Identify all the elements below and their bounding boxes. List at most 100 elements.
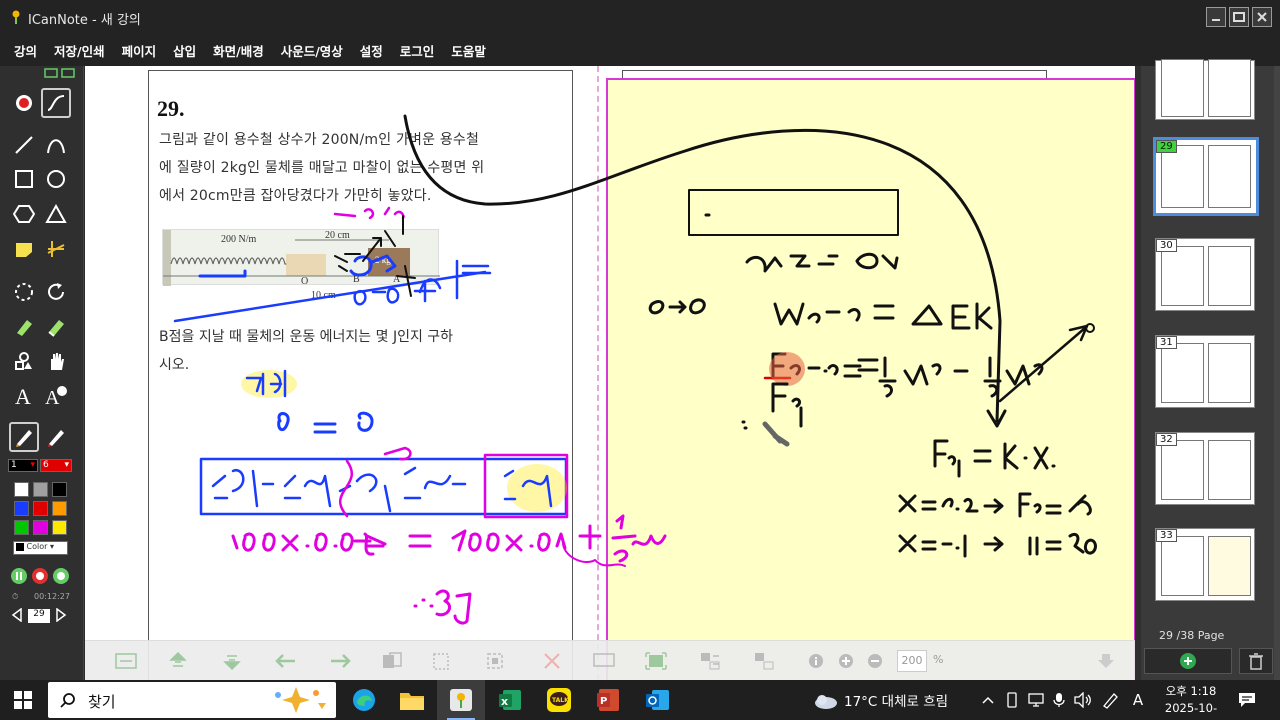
- thumbnail-scrollbar[interactable]: [1274, 66, 1280, 680]
- color-swatch-orange[interactable]: [52, 501, 67, 516]
- eraser-icon: [48, 320, 64, 337]
- page-thumbnail[interactable]: 32: [1155, 432, 1255, 505]
- taskbar-icannote[interactable]: [437, 680, 485, 720]
- tray-notifications[interactable]: [1236, 680, 1258, 720]
- fit-screen-icon[interactable]: [115, 652, 137, 670]
- line-tool[interactable]: [9, 130, 39, 160]
- color-swatch-red[interactable]: [33, 501, 48, 516]
- zoom-input[interactable]: 200: [897, 650, 927, 672]
- color-swatch-gray[interactable]: [33, 482, 48, 497]
- page-number-input[interactable]: 29: [28, 609, 50, 623]
- color-swatch-blue[interactable]: [14, 501, 29, 516]
- page-thumbnail[interactable]: 33: [1155, 528, 1255, 601]
- minimize-button[interactable]: [1206, 7, 1226, 27]
- tray-phone-link[interactable]: [1001, 680, 1023, 720]
- lecture-canvas[interactable]: 29. 그림과 같이 용수철 상수가 200N/m인 가벼운 용수철 에 질량이…: [85, 66, 1135, 680]
- collapse-toolbar-icon[interactable]: [1095, 652, 1117, 670]
- windows-start-icon[interactable]: [14, 691, 32, 709]
- select-area-icon[interactable]: [485, 652, 507, 670]
- circle-tool[interactable]: [41, 164, 71, 194]
- hexagon-tool[interactable]: [9, 199, 39, 229]
- recording-controls[interactable]: [10, 567, 72, 585]
- maximize-button[interactable]: [1229, 7, 1249, 27]
- screen-icon[interactable]: [593, 652, 615, 670]
- menu-save-print[interactable]: 저장/인쇄: [48, 41, 116, 60]
- color-picker-button[interactable]: Color ▾: [13, 541, 68, 555]
- taskbar-kakaotalk[interactable]: TALK: [535, 680, 583, 720]
- taskbar-file-explorer[interactable]: [388, 680, 436, 720]
- taskbar-edge[interactable]: [340, 680, 388, 720]
- info-icon[interactable]: [805, 652, 827, 670]
- tray-network[interactable]: [1025, 680, 1047, 720]
- stamp-tool[interactable]: [9, 346, 39, 376]
- phone-link-icon: [1007, 692, 1017, 708]
- taskbar-clock[interactable]: 오후 1:18 2025-10-26: [1158, 683, 1224, 720]
- page-thumbnail-selected[interactable]: 29: [1153, 137, 1259, 216]
- triangle-tool[interactable]: [41, 199, 71, 229]
- menu-login[interactable]: 로그인: [394, 41, 446, 60]
- color-swatch-white[interactable]: [14, 482, 29, 497]
- cloudy-weather-icon: [815, 695, 837, 709]
- sticky-note-tool[interactable]: [9, 234, 39, 264]
- color-swatch-magenta[interactable]: [33, 520, 48, 535]
- text-tool[interactable]: A: [9, 380, 39, 410]
- text-settings-tool[interactable]: A: [41, 380, 71, 410]
- menu-sound-video[interactable]: 사운드/영상: [275, 41, 354, 60]
- page-thumbnail[interactable]: 31: [1155, 335, 1255, 408]
- prev-page-icon[interactable]: [10, 608, 24, 622]
- color-swatch-black[interactable]: [52, 482, 67, 497]
- close-button[interactable]: [1252, 7, 1272, 27]
- freehand-pen-tool[interactable]: [41, 88, 71, 118]
- sort-19-icon[interactable]: [753, 652, 775, 670]
- hand-pan-tool[interactable]: [41, 346, 71, 376]
- paste-icon[interactable]: [431, 652, 453, 670]
- pen-tool[interactable]: [9, 422, 39, 452]
- redo-icon[interactable]: [329, 652, 351, 670]
- sort-az-icon[interactable]: [699, 652, 721, 670]
- taskbar-excel[interactable]: x: [486, 680, 534, 720]
- tray-volume[interactable]: [1071, 680, 1095, 720]
- move-up-icon[interactable]: [167, 652, 189, 670]
- copy-icon[interactable]: [381, 652, 403, 670]
- highlighter-tool[interactable]: [9, 312, 39, 342]
- menu-page[interactable]: 페이지: [116, 41, 168, 60]
- menu-insert[interactable]: 삽입: [167, 41, 207, 60]
- arc-tool[interactable]: [41, 130, 71, 160]
- menu-settings[interactable]: 설정: [354, 41, 394, 60]
- delete-x-icon[interactable]: [541, 652, 563, 670]
- full-screen-icon[interactable]: [645, 652, 667, 670]
- color-swatch-yellow[interactable]: [52, 520, 67, 535]
- eraser-tool[interactable]: [41, 312, 71, 342]
- taskbar-outlook[interactable]: [633, 680, 681, 720]
- rectangle-tool[interactable]: [9, 164, 39, 194]
- undo-icon[interactable]: [275, 652, 297, 670]
- move-down-icon[interactable]: [221, 652, 243, 670]
- taskbar-search-box[interactable]: 찾기: [48, 682, 336, 718]
- highlighter-pen-tool[interactable]: [41, 422, 71, 452]
- taskbar-powerpoint[interactable]: P: [584, 680, 632, 720]
- menu-screen-background[interactable]: 화면/배경: [207, 41, 275, 60]
- record-tool[interactable]: [9, 88, 39, 118]
- lasso-select-tool[interactable]: [9, 277, 39, 307]
- tray-pen-menu[interactable]: [1098, 680, 1122, 720]
- rotate-tool[interactable]: [41, 277, 71, 307]
- tray-microphone[interactable]: [1048, 680, 1070, 720]
- next-page-icon[interactable]: [54, 608, 68, 622]
- zoom-out-icon[interactable]: [864, 652, 886, 670]
- menu-help[interactable]: 도움말: [445, 41, 497, 60]
- zoom-in-icon[interactable]: [835, 652, 857, 670]
- layout-toggle-icon[interactable]: [44, 68, 76, 78]
- pen-size-select[interactable]: 1 ▾: [8, 459, 38, 472]
- color-swatch-green[interactable]: [14, 520, 29, 535]
- weather-text[interactable]: 17°C 대체로 흐림: [844, 690, 948, 710]
- eraser-size-select[interactable]: 6 ▾: [40, 459, 72, 472]
- delete-page-button[interactable]: [1239, 648, 1273, 674]
- sticky-note-icon: [16, 243, 32, 257]
- page-thumbnail[interactable]: 30: [1155, 238, 1255, 311]
- graph-tool[interactable]: [41, 234, 71, 264]
- menu-lecture[interactable]: 강의: [8, 41, 48, 60]
- tray-overflow-button[interactable]: [978, 680, 998, 720]
- tray-input-method[interactable]: A: [1126, 680, 1150, 720]
- add-page-button[interactable]: [1144, 648, 1232, 674]
- page-thumbnail[interactable]: [1155, 59, 1255, 120]
